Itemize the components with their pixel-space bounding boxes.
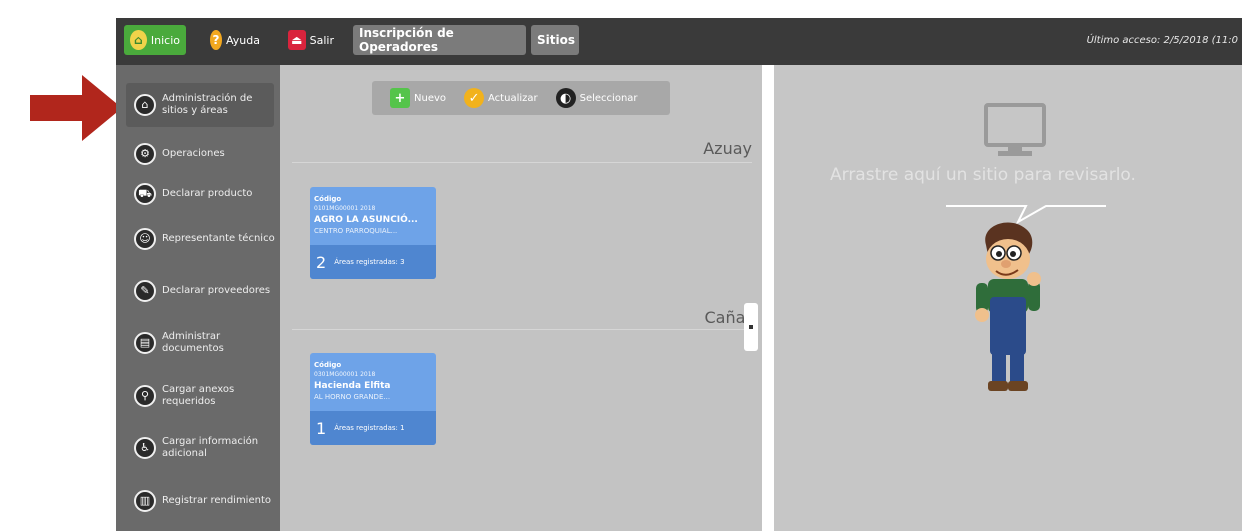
drop-zone-panel[interactable]: Arrastre aquí un sitio para revisarlo. [774, 65, 1242, 531]
inicio-label: Inicio [150, 33, 180, 47]
provider-icon: ✎ [134, 280, 156, 302]
sidebar-item-label: Cargar anexos requeridos [162, 384, 235, 407]
actualizar-label: Actualizar [488, 92, 538, 104]
card-areas: Áreas registradas: 3 [334, 258, 405, 266]
pointer-arrow-icon [30, 75, 122, 141]
nuevo-button[interactable]: + Nuevo [390, 88, 446, 108]
attach-icon: ⚲ [134, 385, 156, 407]
ayuda-label: Ayuda [226, 33, 260, 47]
site-card[interactable]: Código 0301MG00001 2018 Hacienda Elfita … [310, 353, 436, 445]
card-footer: 2 Áreas registradas: 3 [310, 245, 436, 279]
seleccionar-button[interactable]: ◐ Seleccionar [555, 88, 638, 108]
card-count: 1 [316, 418, 327, 438]
sidebar-item-cargar-informacion[interactable]: ♿ Cargar información adicional [126, 426, 276, 470]
documents-icon: ▤ [134, 332, 156, 354]
card-code-label: Código [314, 361, 342, 369]
card-count: 2 [316, 252, 327, 272]
drop-hint-text: Arrastre aquí un sitio para revisarlo. [830, 165, 1136, 185]
region-divider [292, 162, 752, 163]
sitios-icon: ⌂ [134, 94, 156, 116]
card-code: 0101MG00001 2018 [314, 205, 376, 212]
sidebar-item-label: Declarar producto [162, 188, 253, 199]
monitor-icon [984, 103, 1046, 156]
select-icon: ◐ [555, 88, 576, 108]
seleccionar-label: Seleccionar [579, 92, 638, 104]
card-site-location: AL HORNO GRANDE... [314, 393, 391, 401]
sidebar-item-operaciones[interactable]: ⚙ Operaciones [126, 132, 276, 176]
chart-icon: ▥ [134, 490, 156, 512]
salir-label: Salir [309, 33, 334, 47]
sidebar-item-representante-tecnico[interactable]: ☺ Representante técnico [126, 217, 276, 261]
inscripcion-operadores-tab[interactable]: Inscripción de Operadores [353, 25, 526, 55]
card-site-location: CENTRO PARROQUIAL... [314, 227, 398, 235]
ayuda-button[interactable]: ? Ayuda [204, 25, 266, 55]
operaciones-icon: ⚙ [134, 143, 156, 165]
inscripcion-label: Inscripción de Operadores [359, 26, 454, 54]
sitios-label: Sitios [537, 33, 575, 47]
mascot-character-icon [975, 222, 1041, 391]
sidebar-item-declarar-proveedores[interactable]: ✎ Declarar proveedores [126, 269, 276, 313]
region-divider [292, 329, 752, 330]
sidebar-item-label: Representante técnico [162, 233, 275, 244]
card-code-label: Código [314, 195, 342, 203]
sidebar-item-declarar-producto[interactable]: ⛟ Declarar producto [126, 172, 276, 216]
sitios-tab[interactable]: Sitios [531, 25, 579, 55]
panel-collapse-handle[interactable] [744, 303, 758, 351]
sidebar-item-label: Administración de sitios y áreas [162, 93, 253, 116]
salir-button[interactable]: ⏏ Salir [282, 25, 340, 55]
top-navigation-bar: ⌂ Inicio ? Ayuda ⏏ Salir Inscripción de … [116, 18, 1242, 65]
sites-toolbar: + Nuevo ✓ Actualizar ◐ Seleccionar [372, 81, 670, 115]
card-site-name: AGRO LA ASUNCIÓ... [314, 215, 418, 225]
home-icon: ⌂ [130, 30, 147, 50]
actualizar-button[interactable]: ✓ Actualizar [464, 88, 538, 108]
sidebar-item-administrar-documentos[interactable]: ▤ Administrar documentos [126, 321, 276, 365]
card-site-name: Hacienda Elfita [314, 381, 391, 391]
refresh-icon: ✓ [464, 88, 485, 108]
inicio-button[interactable]: ⌂ Inicio [124, 25, 186, 55]
last-access-text: Último acceso: 2/5/2018 (11:0 [1086, 35, 1238, 46]
sidebar-item-label: Operaciones [162, 148, 225, 159]
info-icon: ♿ [134, 437, 156, 459]
region-title: Azuay [703, 139, 752, 158]
card-footer: 1 Áreas registradas: 1 [310, 411, 436, 445]
sidebar-item-label: Administrar documentos [162, 331, 224, 354]
nuevo-label: Nuevo [414, 92, 447, 104]
sidebar-item-label: Declarar proveedores [162, 285, 271, 296]
sidebar-item-label: Cargar información adicional [162, 436, 259, 459]
help-icon: ? [210, 30, 223, 50]
sidebar-item-registrar-rendimiento[interactable]: ▥ Registrar rendimiento [126, 479, 276, 523]
card-code: 0301MG00001 2018 [314, 371, 376, 378]
site-card[interactable]: Código 0101MG00001 2018 AGRO LA ASUNCIÓ.… [310, 187, 436, 279]
person-icon: ☺ [134, 228, 156, 250]
exit-icon: ⏏ [288, 30, 306, 50]
sidebar: ⌂ Administración de sitios y áreas ⚙ Ope… [116, 65, 280, 531]
sidebar-item-label: Registrar rendimiento [162, 495, 271, 506]
card-areas: Áreas registradas: 1 [334, 424, 405, 432]
panel-divider [762, 65, 774, 531]
sidebar-item-cargar-anexos[interactable]: ⚲ Cargar anexos requeridos [126, 374, 276, 418]
sites-panel: + Nuevo ✓ Actualizar ◐ Seleccionar Azuay… [280, 65, 762, 531]
cart-icon: ⛟ [134, 183, 156, 205]
plus-icon: + [390, 88, 410, 108]
sidebar-item-administracion-sitios[interactable]: ⌂ Administración de sitios y áreas [126, 83, 274, 127]
